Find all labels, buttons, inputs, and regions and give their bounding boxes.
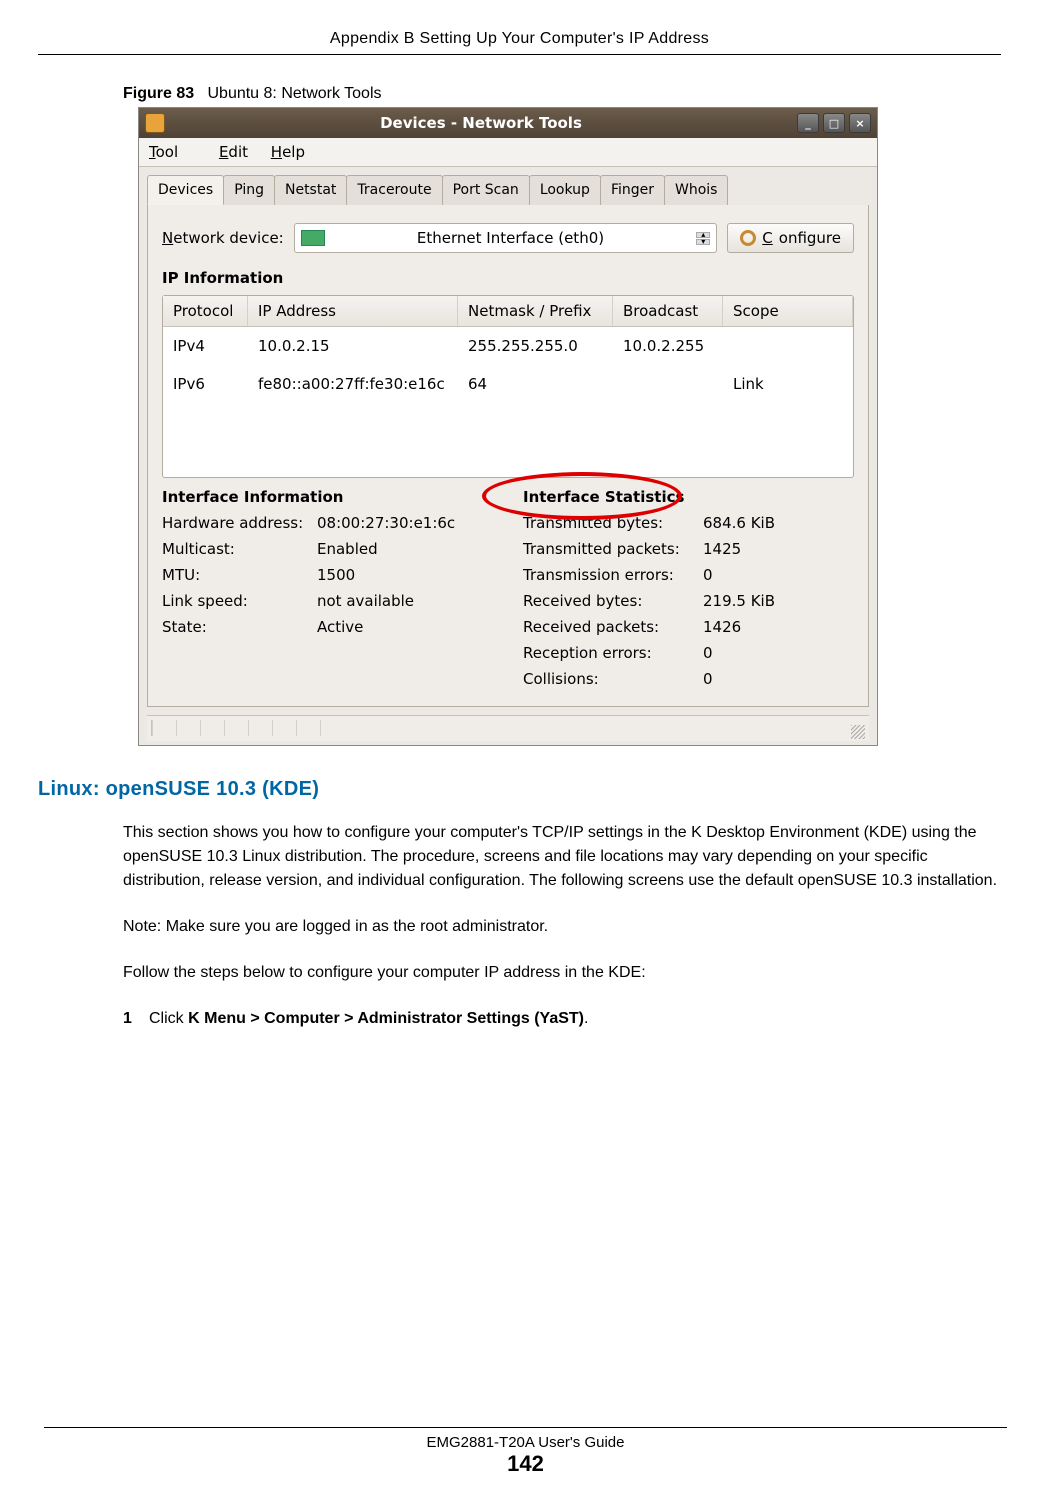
minimize-button[interactable]: _	[797, 113, 819, 133]
app-icon	[145, 113, 165, 133]
combo-spinner-icon[interactable]: ▴▾	[696, 232, 710, 245]
close-button[interactable]: ×	[849, 113, 871, 133]
tab-lookup[interactable]: Lookup	[529, 175, 601, 205]
titlebar[interactable]: Devices - Network Tools _ □ ×	[139, 108, 877, 138]
tab-netstat[interactable]: Netstat	[274, 175, 347, 205]
maximize-button[interactable]: □	[823, 113, 845, 133]
tab-portscan[interactable]: Port Scan	[442, 175, 530, 205]
tab-traceroute[interactable]: Traceroute	[346, 175, 442, 205]
tab-finger[interactable]: Finger	[600, 175, 665, 205]
tab-strip: Devices Ping Netstat Traceroute Port Sca…	[139, 167, 877, 205]
tab-devices[interactable]: Devices	[147, 175, 224, 205]
menu-edit[interactable]: Edit	[219, 143, 248, 161]
screenshot-network-tools: Devices - Network Tools _ □ × Tool Edit …	[138, 107, 878, 746]
nic-icon	[301, 230, 325, 246]
figure-caption-text: Ubuntu 8: Network Tools	[207, 85, 381, 102]
interface-stats-heading: Interface Statistics	[523, 488, 854, 506]
figure-label: Figure 83	[123, 85, 194, 102]
paragraph: Follow the steps below to configure your…	[123, 961, 1001, 985]
interface-info-col: Interface Information Hardware address:0…	[162, 488, 493, 696]
selected-device: Ethernet Interface (eth0)	[325, 229, 697, 247]
col-netmask[interactable]: Netmask / Prefix	[458, 296, 613, 326]
menu-help[interactable]: Help	[271, 143, 305, 161]
col-ip[interactable]: IP Address	[248, 296, 458, 326]
status-progress	[151, 720, 321, 736]
col-protocol[interactable]: Protocol	[163, 296, 248, 326]
step-number: 1	[123, 1007, 149, 1031]
tab-whois[interactable]: Whois	[664, 175, 728, 205]
interface-info-heading: Interface Information	[162, 488, 493, 506]
resize-grip-icon[interactable]	[851, 725, 865, 739]
table-row[interactable]: IPv6 fe80::a00:27ff:fe30:e16c 64 Link	[163, 365, 853, 403]
figure-caption: Figure 83 Ubuntu 8: Network Tools	[123, 85, 1001, 103]
ip-table: Protocol IP Address Netmask / Prefix Bro…	[162, 295, 854, 478]
menubar: Tool Edit Help	[139, 138, 877, 167]
network-device-label: Network device:	[162, 229, 284, 247]
page-footer: EMG2881-T20A User's Guide 142	[0, 1427, 1051, 1477]
col-broadcast[interactable]: Broadcast	[613, 296, 723, 326]
statusbar	[147, 715, 869, 741]
section-heading: Linux: openSUSE 10.3 (KDE)	[38, 778, 1001, 801]
ip-info-heading: IP Information	[162, 269, 854, 287]
page-number: 142	[0, 1451, 1051, 1477]
configure-button[interactable]: Configure	[727, 223, 854, 253]
tab-body: Network device: Ethernet Interface (eth0…	[147, 205, 869, 707]
footer-guide: EMG2881-T20A User's Guide	[0, 1434, 1051, 1451]
note-paragraph: Note: Make sure you are logged in as the…	[123, 915, 1001, 939]
step-1: 1Click K Menu > Computer > Administrator…	[123, 1007, 1001, 1031]
interface-stats-col: Interface Statistics Transmitted bytes:6…	[523, 488, 854, 696]
network-device-combo[interactable]: Ethernet Interface (eth0) ▴▾	[294, 223, 718, 253]
table-row[interactable]: IPv4 10.0.2.15 255.255.255.0 10.0.2.255	[163, 327, 853, 365]
menu-tool[interactable]: Tool	[149, 143, 196, 161]
col-scope[interactable]: Scope	[723, 296, 853, 326]
wrench-icon	[740, 230, 756, 246]
running-header: Appendix B Setting Up Your Computer's IP…	[38, 30, 1001, 55]
window-title: Devices - Network Tools	[165, 114, 797, 132]
paragraph: This section shows you how to configure …	[123, 821, 1001, 893]
tab-ping[interactable]: Ping	[223, 175, 275, 205]
